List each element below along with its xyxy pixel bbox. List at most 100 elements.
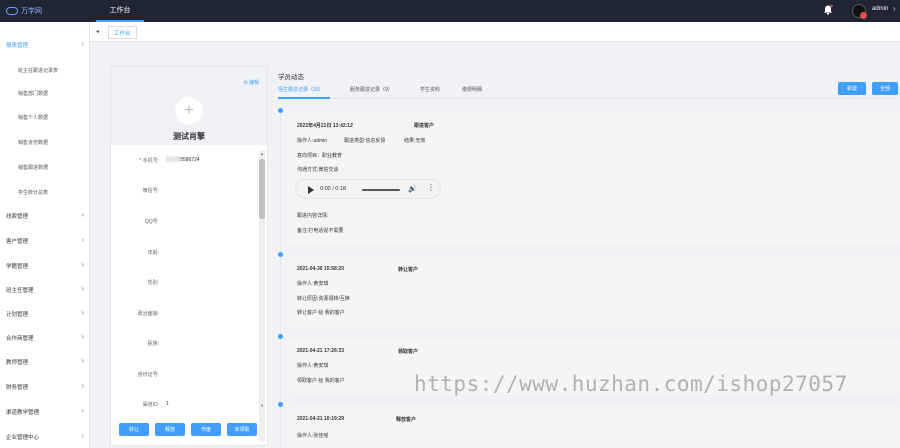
- record-time: 2021-04-30 15:58:20: [297, 266, 344, 272]
- record-type: 领取客户: [398, 349, 419, 355]
- volume-icon[interactable]: 🔊: [408, 185, 417, 193]
- record-time: 2022年4月21日 13:42:12: [297, 123, 353, 129]
- sidebar-subitem-sales-followup[interactable]: 销售跟进数据: [0, 160, 90, 174]
- record-operator: 操作人:黄安琪: [297, 281, 329, 287]
- field-label: 微信号:: [142, 188, 159, 194]
- record-time: 2021-04-21 10:19:29: [297, 416, 344, 422]
- sidebar-item-label: 计划管理: [6, 312, 29, 318]
- field-label: QQ号:: [144, 219, 159, 225]
- record-intent: 意向项目：职业教育: [297, 153, 343, 159]
- field-political: 政治面貌:: [111, 310, 259, 320]
- profile-actions: 转让 释放 作废 未领取: [119, 423, 261, 437]
- profile-scrollbar[interactable]: ▲ ▼: [259, 151, 265, 441]
- record-result: 结果:无效: [404, 138, 426, 144]
- logo[interactable]: 万学网: [6, 4, 42, 18]
- record-action: 转让客户 给 我的客户: [297, 310, 345, 316]
- chevron-right-icon[interactable]: ›: [893, 4, 896, 13]
- sidebar-item-leads[interactable]: 线索管理 ›: [0, 209, 90, 223]
- chevron-right-icon: ›: [81, 260, 84, 269]
- tab-service-followup[interactable]: 服务跟进记录（9）: [350, 86, 393, 93]
- sidebar-subitem-sales-province[interactable]: 销售省份数据: [0, 135, 90, 149]
- unclaimed-button[interactable]: 未领取: [227, 423, 257, 436]
- record-type: 转让客户: [398, 267, 419, 273]
- field-value: ░░░░9586724: [166, 157, 200, 163]
- scroll-down-icon[interactable]: ▼: [259, 403, 265, 409]
- tab-enrollment-followup[interactable]: 招生跟进记录（33）: [278, 86, 324, 93]
- brand-name: 万学网: [21, 8, 42, 15]
- timeline-card: 2021-04-30 15:58:20 转让客户 操作人:黄安琪 转让原因:资源…: [288, 256, 900, 328]
- audio-time: 0:00 / 0:18: [320, 186, 346, 192]
- field-label: 政治面貌:: [137, 311, 159, 317]
- add-avatar-button[interactable]: +: [175, 97, 203, 125]
- tab-student-info[interactable]: 学生资料: [420, 86, 440, 93]
- field-value: 1: [166, 401, 169, 407]
- sidebar-subitem-headteacher-followup[interactable]: 班主任跟进记录表: [0, 63, 90, 77]
- sidebar-subitem-sales-personal[interactable]: 销售个人数据: [0, 110, 90, 124]
- sidebar-item-reports[interactable]: 报表管理 ›: [0, 38, 90, 52]
- sidebar-item-plans[interactable]: 计划管理 ›: [0, 307, 90, 321]
- sidebar-item-channel-teaching[interactable]: 渠道教学管理 ›: [0, 405, 90, 419]
- tab-scroll-left-icon[interactable]: ◂: [96, 28, 99, 35]
- timeline-card: 2021-04-21 10:19:29 释放客户 操作人:张佳瑶: [288, 406, 900, 448]
- record-method: 沟通方式:微信交谈: [297, 167, 339, 173]
- profile-panel: ⊘ 编辑 + 测试肖擎 * 手机号: ░░░░9586724 微信号: QQ号: …: [110, 66, 268, 446]
- sidebar-item-enterprise[interactable]: 企业管理中心 ›: [0, 430, 90, 444]
- nav-workbench[interactable]: 工作台: [96, 0, 144, 22]
- sidebar-item-enrollment[interactable]: 学籍管理 ›: [0, 259, 90, 273]
- audio-player[interactable]: 0:00 / 0:18 🔊 ⋮: [295, 179, 441, 199]
- sidebar-item-label: 班主任管理: [6, 288, 34, 294]
- void-button[interactable]: 作废: [191, 423, 221, 436]
- sidebar-subitem-sales-dept[interactable]: 销售部门数据: [0, 86, 90, 100]
- scroll-up-icon[interactable]: ▲: [259, 151, 265, 157]
- audio-menu-icon[interactable]: ⋮: [427, 183, 435, 192]
- bell-icon[interactable]: [822, 4, 834, 16]
- logo-icon: [6, 7, 18, 15]
- chevron-right-icon: ›: [81, 308, 84, 317]
- sidebar-item-label: 线索管理: [6, 214, 29, 220]
- timeline-dot: [278, 252, 283, 257]
- sidebar-item-teachers[interactable]: 教师管理 ›: [0, 355, 90, 369]
- watermark: https://www.huzhan.com/ishop27057: [414, 372, 848, 396]
- record-detail-label: 跟进内容详情:: [297, 213, 329, 219]
- all-records-button[interactable]: 全部: [872, 82, 898, 95]
- sidebar-item-partners[interactable]: 合作商管理 ›: [0, 331, 90, 345]
- edit-link[interactable]: ⊘ 编辑: [243, 79, 259, 86]
- tab-workbench[interactable]: 工作台: [108, 26, 137, 39]
- timeline-dot: [278, 402, 283, 407]
- field-phone: * 手机号: ░░░░9586724: [111, 157, 259, 167]
- chevron-right-icon: ›: [81, 406, 84, 415]
- timeline-line: [280, 108, 281, 448]
- new-record-button[interactable]: 新建: [838, 82, 866, 95]
- sidebar-item-headteacher[interactable]: 班主任管理 ›: [0, 283, 90, 297]
- record-action: 领取客户 给 我的客户: [297, 378, 345, 384]
- avatar-badge: [860, 12, 867, 19]
- record-type: 跟进客户: [414, 123, 435, 129]
- sidebar-item-customers[interactable]: 客户管理 ›: [0, 234, 90, 248]
- sidebar-item-finance[interactable]: 财务管理 ›: [0, 380, 90, 394]
- audio-progress-track[interactable]: [362, 189, 400, 191]
- chevron-right-icon: ›: [81, 210, 84, 219]
- chevron-right-icon: ›: [81, 235, 84, 244]
- chevron-right-icon: ›: [81, 332, 84, 341]
- play-icon[interactable]: [308, 186, 314, 194]
- plus-icon: +: [184, 102, 194, 119]
- release-button[interactable]: 释放: [155, 423, 185, 436]
- scroll-thumb[interactable]: [259, 159, 265, 219]
- profile-header: ⊘ 编辑 + 测试肖擎: [111, 67, 267, 145]
- transfer-button[interactable]: 转让: [119, 423, 149, 436]
- sidebar-item-label: 合作商管理: [6, 336, 34, 342]
- user-name[interactable]: admin: [872, 6, 888, 12]
- sidebar-item-label: 企业管理中心: [6, 435, 40, 441]
- timeline-dot: [278, 108, 283, 113]
- tab-payment-details[interactable]: 缴费明细: [462, 86, 482, 93]
- chevron-right-icon: ›: [81, 284, 84, 293]
- sidebar-item-label: 报表管理: [6, 43, 29, 49]
- record-followup-type: 跟进类型:信息反馈: [344, 138, 386, 144]
- sidebar-subitem-student-stats[interactable]: 学生统计总表: [0, 185, 90, 199]
- sidebar-item-label: 教师管理: [6, 360, 29, 366]
- field-label: 民族:: [147, 341, 159, 347]
- profile-name: 测试肖擎: [173, 132, 205, 141]
- field-ethnicity: 民族:: [111, 340, 259, 350]
- top-bar: 万学网 工作台 admin ›: [0, 0, 900, 22]
- field-age: 年龄:: [111, 249, 259, 259]
